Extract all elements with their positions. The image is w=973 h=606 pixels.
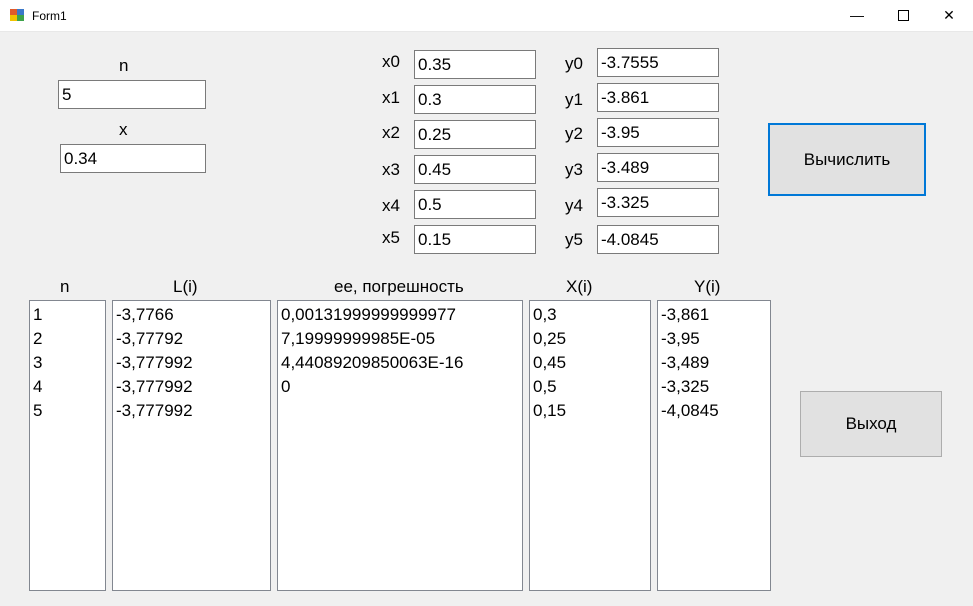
list-item[interactable]: -4,0845 [661,399,767,423]
x-label: x [119,120,128,139]
minimize-icon: — [850,7,864,23]
list-item[interactable]: -3,777992 [116,375,267,399]
window-title: Form1 [32,9,67,23]
list-item[interactable]: -3,489 [661,351,767,375]
list-item[interactable]: -3,77792 [116,327,267,351]
list-item[interactable]: 0,5 [533,375,647,399]
x1-input[interactable]: 0.3 [414,85,536,114]
n-input[interactable]: 5 [58,80,206,109]
y3-label: y3 [565,160,583,179]
list-item[interactable]: 2 [33,327,102,351]
y1-label: y1 [565,90,583,109]
y3-input[interactable]: -3.489 [597,153,719,182]
list-item[interactable]: -3,777992 [116,399,267,423]
list-item[interactable]: -3,777992 [116,351,267,375]
list-item[interactable]: -3,7766 [116,303,267,327]
x4-input[interactable]: 0.5 [414,190,536,219]
x0-input[interactable]: 0.35 [414,50,536,79]
list-item[interactable]: 5 [33,399,102,423]
compute-button[interactable]: Вычислить [768,123,926,196]
y4-label: y4 [565,196,583,215]
n-label: n [119,56,129,75]
x3-input[interactable]: 0.45 [414,155,536,184]
maximize-icon [897,9,909,21]
l-list-header: L(i) [173,277,198,296]
x-input[interactable]: 0.34 [60,144,206,173]
list-item[interactable]: 4 [33,375,102,399]
exit-button[interactable]: Выход [800,391,942,457]
list-item[interactable]: 0,00131999999999977 [281,303,519,327]
list-item[interactable]: -3,95 [661,327,767,351]
y1-input[interactable]: -3.861 [597,83,719,112]
y-listbox[interactable]: -3,861 -3,95 -3,489 -3,325 -4,0845 [657,300,771,591]
y4-input[interactable]: -3.325 [597,188,719,217]
list-item[interactable]: 0,3 [533,303,647,327]
error-list-header: ee, погрешность [334,277,464,296]
y0-label: y0 [565,54,583,73]
x5-label: x5 [382,228,400,247]
list-item[interactable]: -3,325 [661,375,767,399]
x-list-header: X(i) [566,277,593,296]
list-item[interactable]: 7,19999999985E-05 [281,327,519,351]
close-icon: ✕ [943,7,955,23]
l-listbox[interactable]: -3,7766 -3,77792 -3,777992 -3,777992 -3,… [112,300,271,591]
list-item[interactable]: 0,15 [533,399,647,423]
minimize-button[interactable]: — [834,0,880,31]
n-list-header: n [60,277,70,296]
list-item[interactable]: -3,861 [661,303,767,327]
y2-label: y2 [565,124,583,143]
list-item[interactable]: 1 [33,303,102,327]
list-item[interactable]: 0,25 [533,327,647,351]
x5-input[interactable]: 0.15 [414,225,536,254]
y5-label: y5 [565,230,583,249]
error-listbox[interactable]: 0,00131999999999977 7,19999999985E-05 4,… [277,300,523,591]
title-bar[interactable]: Form1 — ✕ [0,0,973,32]
form-client-area: n 5 x 0.34 x0 0.35 x1 0.3 x2 0.25 x3 0.4… [0,32,973,606]
x2-input[interactable]: 0.25 [414,120,536,149]
maximize-button[interactable] [880,0,926,31]
y2-input[interactable]: -3.95 [597,118,719,147]
x3-label: x3 [382,160,400,179]
x-listbox[interactable]: 0,3 0,25 0,45 0,5 0,15 [529,300,651,591]
n-listbox[interactable]: 1 2 3 4 5 [29,300,106,591]
list-item[interactable]: 0 [281,375,519,399]
x4-label: x4 [382,196,400,215]
y0-input[interactable]: -3.7555 [597,48,719,77]
x1-label: x1 [382,88,400,107]
list-item[interactable]: 4,44089209850063E-16 [281,351,519,375]
x0-label: x0 [382,52,400,71]
y5-input[interactable]: -4.0845 [597,225,719,254]
app-icon [10,9,24,21]
list-item[interactable]: 0,45 [533,351,647,375]
close-button[interactable]: ✕ [926,0,972,31]
x2-label: x2 [382,123,400,142]
list-item[interactable]: 3 [33,351,102,375]
y-list-header: Y(i) [694,277,721,296]
